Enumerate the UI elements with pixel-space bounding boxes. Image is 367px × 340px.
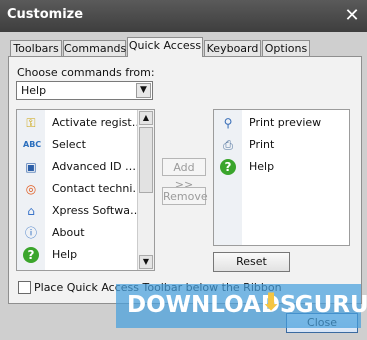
window-title: Customize [7,7,84,22]
list-item-label: Help [52,248,78,261]
checkbox-box[interactable] [18,281,31,294]
list-item[interactable]: ⎙ Print [214,134,349,156]
tab-quick-access[interactable]: Quick Access [127,37,203,57]
list-item-label: About [52,226,85,239]
list-item-label: Help [249,160,275,173]
chevron-down-icon[interactable]: ▼ [136,83,151,98]
add-button[interactable]: Add >> [162,158,206,191]
lifebuoy-icon: ◎ [25,182,37,196]
list-item-label: Print [249,138,275,151]
list-item[interactable]: ABC Select [17,134,154,156]
id-card-icon: ▣ [25,160,37,174]
scroll-up-icon[interactable]: ▲ [139,111,153,125]
available-commands-list[interactable]: ⚿ Activate regist… ABC Select ▣ Advanced… [16,109,155,271]
list-item-label: Activate regist… [52,116,143,129]
help-icon: ? [220,159,236,175]
watermark-logo: DOWNLOADS ⬇ .GURU [116,284,367,328]
list-item-label: Contact techni… [52,182,144,195]
list-item[interactable]: ⓘ About [17,222,154,244]
info-icon: ⓘ [24,226,37,240]
list-item[interactable]: ? Help [214,156,349,178]
watermark-suffix: .GURU [286,292,367,318]
scroll-thumb[interactable] [139,127,153,193]
tab-commands[interactable]: Commands [63,40,126,57]
list-item-label: Xpress Softwa… [52,204,141,217]
list-item-label: Print preview [249,116,322,129]
list-item-label: Advanced ID … [52,160,137,173]
key-icon: ⚿ [26,116,36,130]
reset-button[interactable]: Reset [213,252,290,272]
scroll-down-icon[interactable]: ▼ [139,255,153,269]
quick-access-list[interactable]: ⚲ Print preview ⎙ Print ? Help [213,109,350,246]
list-item-label: Select [52,138,86,151]
list-item[interactable]: ◎ Contact techni… [17,178,154,200]
list-item[interactable]: ? Help [17,244,154,266]
abc-icon: ABC [23,140,42,149]
list-item[interactable]: ⚲ Print preview [214,112,349,134]
commands-category-select[interactable]: Help ▼ [16,81,153,100]
help-icon: ? [23,247,39,263]
list-scrollbar[interactable]: ▲ ▼ [137,110,154,270]
tab-toolbars[interactable]: Toolbars [10,40,62,57]
list-item[interactable]: ⚿ Activate regist… [17,112,154,134]
magnifier-icon: ⚲ [223,116,233,130]
list-item[interactable]: ▣ Advanced ID … [17,156,154,178]
printer-icon: ⎙ [223,138,233,152]
remove-button[interactable]: Remove [162,187,208,205]
list-item[interactable]: ⌂ Xpress Softwa… [17,200,154,222]
title-bar: Customize ✕ [0,0,367,32]
choose-commands-label: Choose commands from: [17,66,155,79]
tab-keyboard[interactable]: Keyboard [204,40,261,57]
download-arrow-icon: ⬇ [261,288,282,316]
select-value: Help [21,84,47,97]
house-icon: ⌂ [27,204,35,218]
tab-options[interactable]: Options [262,40,310,57]
close-icon[interactable]: ✕ [341,5,363,27]
